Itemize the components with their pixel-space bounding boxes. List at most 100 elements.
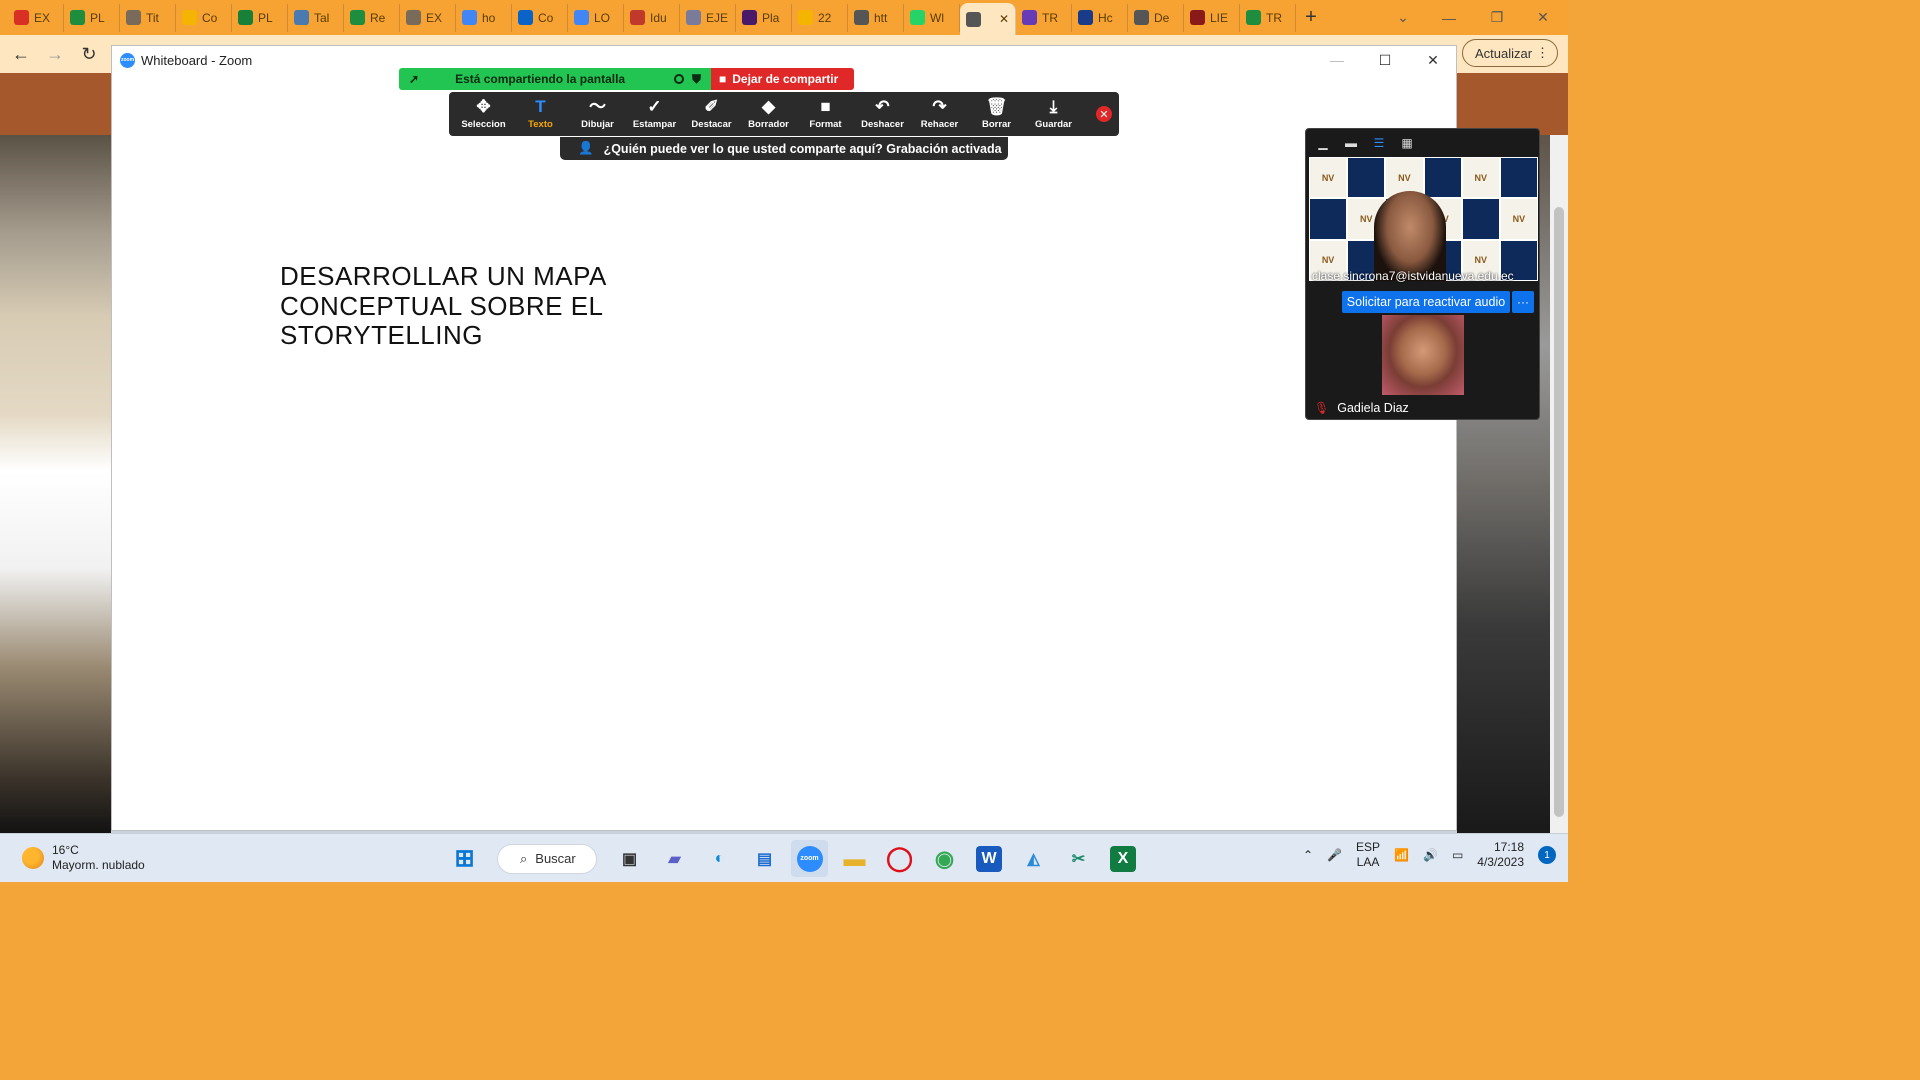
maximize-icon[interactable]: ☐: [1362, 46, 1408, 74]
browser-tab[interactable]: Idu: [624, 3, 680, 32]
notification-badge[interactable]: 1: [1538, 846, 1556, 864]
logo-tile: [1461, 198, 1500, 240]
tool-seleccion[interactable]: ✥ Seleccion: [455, 92, 512, 136]
page-scrollbar[interactable]: [1550, 135, 1568, 833]
minimize-view-icon[interactable]: ▁: [1316, 136, 1330, 150]
task-view-icon[interactable]: ▣: [611, 840, 648, 877]
show-hidden-icons-icon[interactable]: ⌃: [1303, 848, 1313, 862]
wifi-icon[interactable]: 📶: [1394, 848, 1409, 862]
close-icon[interactable]: ✕: [1410, 46, 1456, 74]
excel-icon[interactable]: X: [1110, 845, 1136, 872]
browser-tab[interactable]: 22: [792, 3, 848, 32]
browser-tab[interactable]: ✕: [960, 3, 1016, 35]
drive-icon: [70, 10, 85, 25]
browser-tab[interactable]: LO: [568, 3, 624, 32]
speaker-view-icon[interactable]: ☰: [1372, 136, 1386, 150]
microphone-icon[interactable]: 🎤: [1327, 848, 1342, 862]
browser-tab[interactable]: Co: [512, 3, 568, 32]
forms-icon: [1022, 10, 1037, 25]
tool-borrar[interactable]: 🗑 Borrar: [968, 92, 1025, 136]
request-unmute-button[interactable]: Solicitar para reactivar audio: [1342, 291, 1510, 313]
tab-label: Pla: [762, 10, 780, 25]
browser-tab[interactable]: Tal: [288, 3, 344, 32]
whiteboard-text-box[interactable]: DESARROLLAR UN MAPA CONCEPTUAL SOBRE EL …: [280, 261, 680, 351]
sheets-plus-icon: [238, 10, 253, 25]
tool-destacar[interactable]: ✐ Destacar: [683, 92, 740, 136]
close-tab-icon[interactable]: ✕: [999, 12, 1009, 26]
browser-tab[interactable]: ho: [456, 3, 512, 32]
browser-tab[interactable]: Re: [344, 3, 400, 32]
gallery-view-icon[interactable]: ▦: [1400, 136, 1414, 150]
photos-icon[interactable]: ◭: [1015, 840, 1052, 877]
text-icon: T: [535, 97, 546, 116]
browser-tab[interactable]: Tit: [120, 3, 176, 32]
windows-start-icon[interactable]: ⊞: [446, 840, 483, 877]
logo-tile: NV: [1499, 198, 1538, 240]
tab-label: TR: [1266, 10, 1282, 25]
chrome-icon[interactable]: ◉: [926, 840, 963, 877]
site-icon: [294, 10, 309, 25]
browser-tab[interactable]: Pla: [736, 3, 792, 32]
tool-label: Rehacer: [920, 119, 959, 130]
browser-tab[interactable]: Hc: [1072, 3, 1128, 32]
browser-tab[interactable]: EJE: [680, 3, 736, 32]
tool-format[interactable]: ■ Format: [797, 92, 854, 136]
stop-share-button[interactable]: ■ Dejar de compartir: [711, 68, 854, 90]
minimize-icon[interactable]: —: [1314, 46, 1360, 74]
close-toolbar-icon[interactable]: ✕: [1096, 106, 1112, 122]
browser-tab[interactable]: TR: [1240, 3, 1296, 32]
browser-tab[interactable]: htt: [848, 3, 904, 32]
taskbar-search[interactable]: ⌕ Buscar: [497, 843, 597, 874]
language-indicator[interactable]: ESP LAA: [1356, 840, 1380, 870]
forward-icon[interactable]: →: [42, 41, 68, 67]
more-options-button[interactable]: ···: [1512, 291, 1534, 313]
browser-tab[interactable]: Wl: [904, 3, 960, 32]
zoom-app-icon[interactable]: zoom: [791, 840, 828, 877]
word-icon[interactable]: W: [976, 845, 1002, 872]
snipping-tool-icon[interactable]: ✂: [1060, 840, 1097, 877]
tool-guardar[interactable]: ⤓ Guardar: [1025, 92, 1082, 136]
participant-video-2: [1382, 315, 1464, 395]
close-icon[interactable]: ✕: [1520, 0, 1566, 35]
browser-tab[interactable]: PL: [64, 3, 120, 32]
scroll-thumb[interactable]: [1554, 207, 1564, 817]
drive-icon: [1246, 10, 1261, 25]
tool-deshacer[interactable]: ↶ Deshacer: [854, 92, 911, 136]
battery-icon[interactable]: ▭: [1452, 848, 1463, 862]
tool-texto[interactable]: T Texto: [512, 92, 569, 136]
tool-dibujar[interactable]: 〜 Dibujar: [569, 92, 626, 136]
store-icon[interactable]: ▤: [746, 840, 783, 877]
tool-estampar[interactable]: ✓ Estampar: [626, 92, 683, 136]
clock[interactable]: 17:18 4/3/2023: [1477, 840, 1524, 870]
browser-tab[interactable]: LIE: [1184, 3, 1240, 32]
browser-tab[interactable]: EX: [400, 3, 456, 32]
reload-icon[interactable]: ↻: [76, 41, 102, 67]
browser-tab[interactable]: PL: [232, 3, 288, 32]
browser-tab[interactable]: Co: [176, 3, 232, 32]
update-button[interactable]: Actualizar ⋮: [1462, 39, 1558, 67]
share-status-bar: ➚ Está compartiendo la pantalla ⛊ ■ Deja…: [399, 68, 854, 90]
tab-label: Tit: [146, 10, 159, 25]
tool-rehacer[interactable]: ↷ Rehacer: [911, 92, 968, 136]
tool-borrador[interactable]: ◆ Borrador: [740, 92, 797, 136]
browser-tab[interactable]: TR: [1016, 3, 1072, 32]
eraser-icon: ◆: [761, 97, 776, 116]
participant-name: Gadiela Diaz: [1337, 401, 1409, 415]
browser-tab[interactable]: EX: [8, 3, 64, 32]
sharing-indicator: ➚ Está compartiendo la pantalla ⛊: [399, 68, 711, 90]
back-icon[interactable]: ←: [8, 41, 34, 67]
chevron-down-icon[interactable]: ⌄: [1380, 0, 1426, 35]
new-tab-button[interactable]: +: [1296, 4, 1326, 32]
who-can-see-banner[interactable]: 👤 ¿Quién puede ver lo que usted comparte…: [560, 137, 1008, 160]
browser-tab[interactable]: De: [1128, 3, 1184, 32]
file-explorer-icon[interactable]: ▬: [836, 840, 873, 877]
hide-video-icon[interactable]: ▬: [1344, 136, 1358, 150]
volume-icon[interactable]: 🔊: [1423, 848, 1438, 862]
restore-icon[interactable]: ❐: [1474, 0, 1520, 35]
minimize-icon[interactable]: —: [1426, 0, 1472, 35]
edge-icon[interactable]: ◐: [701, 840, 738, 877]
opera-icon[interactable]: ◯: [881, 840, 918, 877]
weather-widget[interactable]: 16°C Mayorm. nublado: [22, 843, 145, 873]
teams-chat-icon[interactable]: ▰: [656, 840, 693, 877]
tab-label: 22: [818, 10, 832, 25]
